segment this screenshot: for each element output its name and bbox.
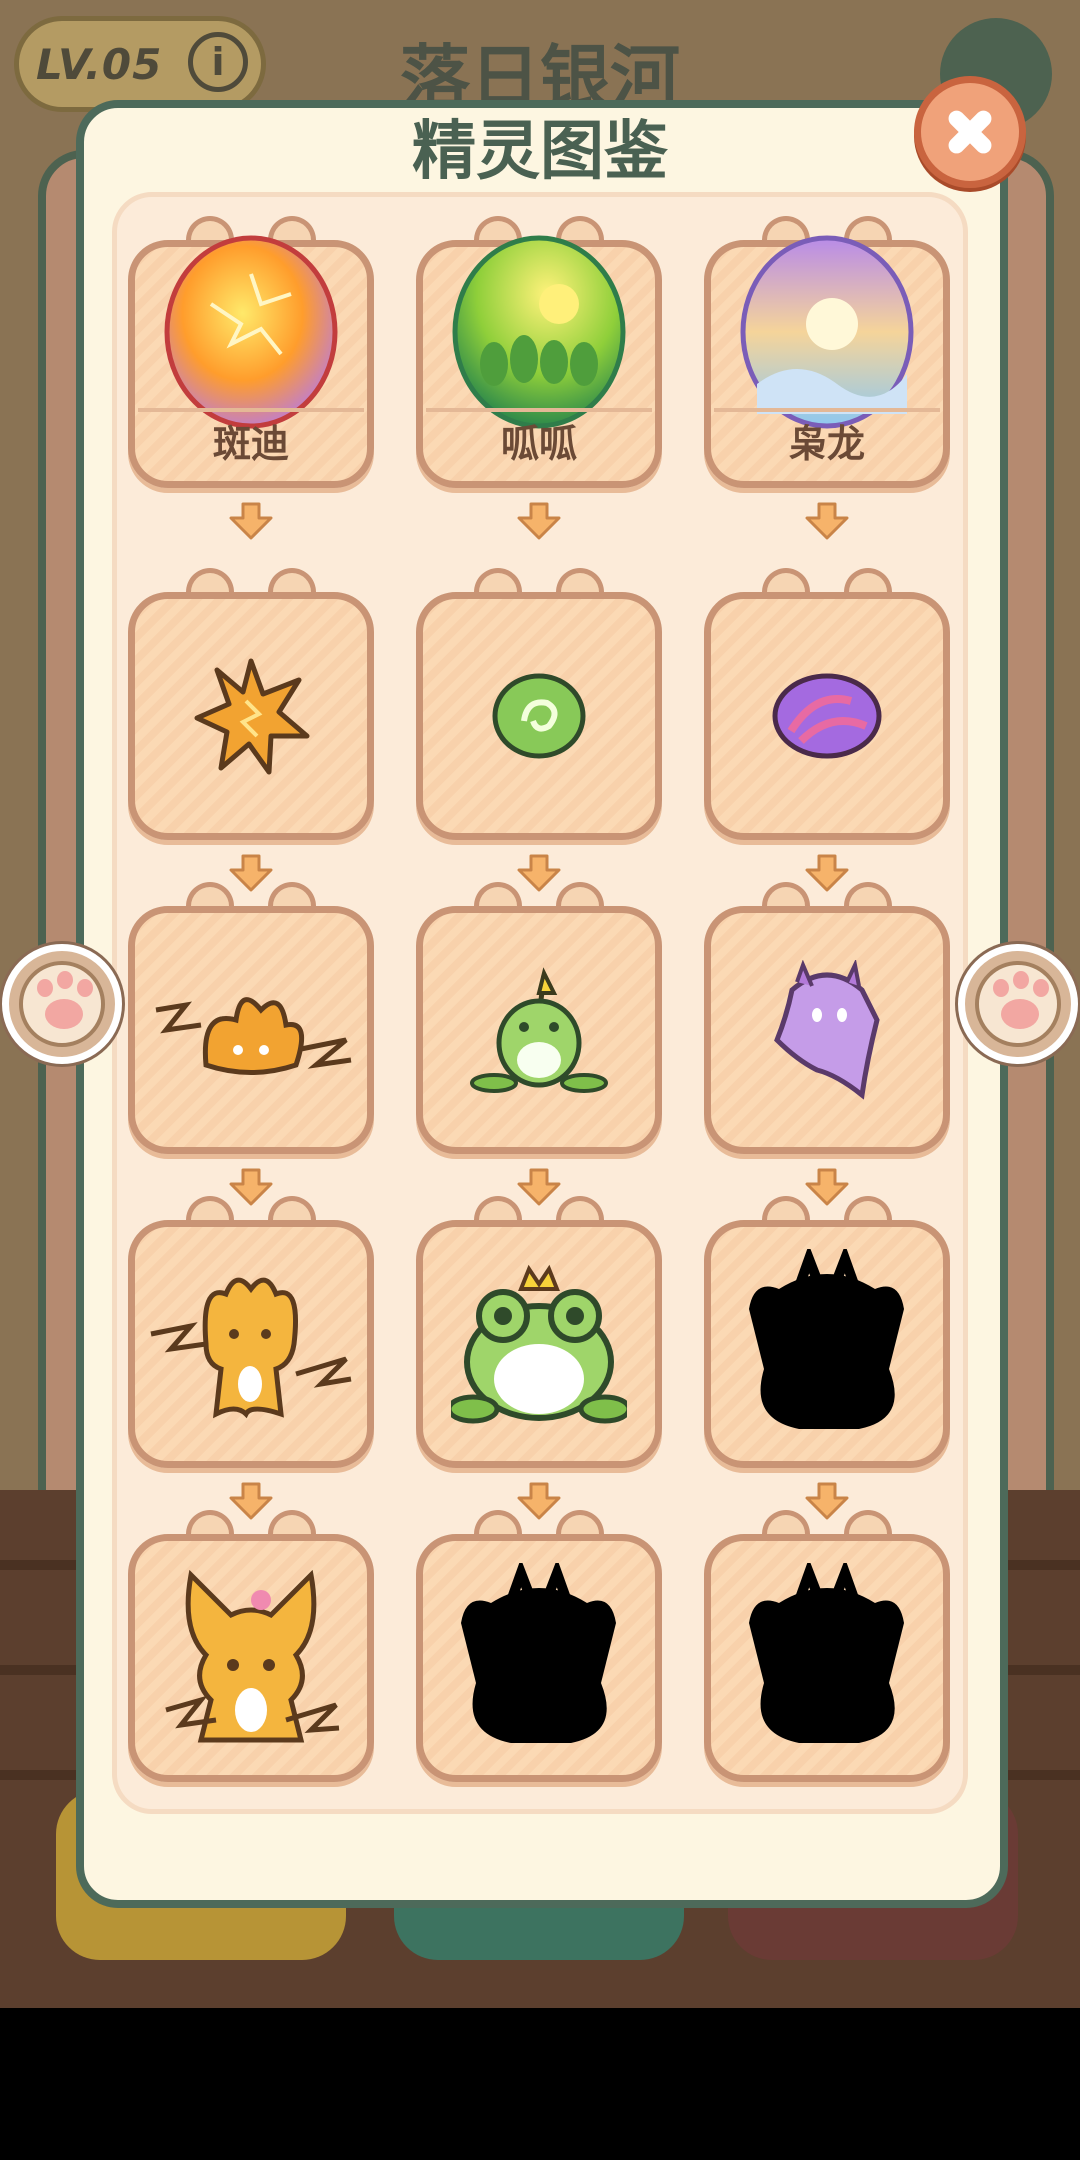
close-button[interactable] xyxy=(914,76,1026,188)
locked-silhouette-icon xyxy=(416,1534,662,1782)
creature-card[interactable]: 呱呱 xyxy=(416,216,662,488)
creature-card[interactable] xyxy=(416,568,662,840)
evolution-arrow-icon xyxy=(517,1482,561,1520)
creature-card[interactable] xyxy=(704,1510,950,1782)
evolution-arrow-icon xyxy=(805,1482,849,1520)
locked-silhouette-icon xyxy=(704,1534,950,1782)
evolution-arrow-icon xyxy=(517,1168,561,1206)
creature-card[interactable] xyxy=(416,1510,662,1782)
creature-card[interactable] xyxy=(128,1196,374,1468)
evolution-arrow-icon xyxy=(229,1482,273,1520)
evolution-arrow-icon xyxy=(517,854,561,892)
creature-card[interactable] xyxy=(128,1510,374,1782)
evolution-arrow-icon xyxy=(229,1168,273,1206)
spark-star-icon xyxy=(128,592,374,840)
egg-forest-icon xyxy=(416,235,662,429)
creature-name: 枭龙 xyxy=(788,422,865,466)
creature-card[interactable] xyxy=(704,1196,950,1468)
locked-silhouette-icon xyxy=(704,1220,950,1468)
frog-king-icon xyxy=(416,1220,662,1468)
lightning-fox-icon xyxy=(128,1220,374,1468)
egg-galaxy-icon xyxy=(704,235,950,429)
creature-card[interactable] xyxy=(128,882,374,1154)
creature-name: 斑迪 xyxy=(212,422,289,466)
creature-card[interactable] xyxy=(128,568,374,840)
next-page-button[interactable] xyxy=(958,944,1078,1064)
prev-page-button[interactable] xyxy=(2,944,122,1064)
creature-card[interactable] xyxy=(704,882,950,1154)
evolution-arrow-icon xyxy=(805,854,849,892)
evolution-arrow-icon xyxy=(805,1168,849,1206)
fire-fox-icon xyxy=(128,1534,374,1782)
green-seed-icon xyxy=(416,592,662,840)
evolution-arrow-icon xyxy=(805,502,849,540)
creature-card[interactable] xyxy=(416,882,662,1154)
creature-card[interactable]: 斑迪 xyxy=(128,216,374,488)
flame-cub-icon xyxy=(128,906,374,1154)
game-screen: LV.05 i 落日银河 精灵图鉴 斑迪 呱呱 枭龙 xyxy=(0,0,1080,2008)
evolution-arrow-icon xyxy=(517,502,561,540)
navigation-bar-area xyxy=(0,2008,1080,2160)
creature-card[interactable]: 枭龙 xyxy=(704,216,950,488)
paw-right-icon xyxy=(975,961,1061,1047)
creature-name: 呱呱 xyxy=(500,422,577,466)
creature-card[interactable] xyxy=(704,568,950,840)
purple-orb-icon xyxy=(704,592,950,840)
evolution-arrow-icon xyxy=(229,502,273,540)
creature-card[interactable] xyxy=(416,1196,662,1468)
egg-fire-icon xyxy=(128,235,374,429)
sprout-frog-icon xyxy=(416,906,662,1154)
ghost-sprite-icon xyxy=(704,906,950,1154)
evolution-arrow-icon xyxy=(229,854,273,892)
paw-left-icon xyxy=(19,961,105,1047)
